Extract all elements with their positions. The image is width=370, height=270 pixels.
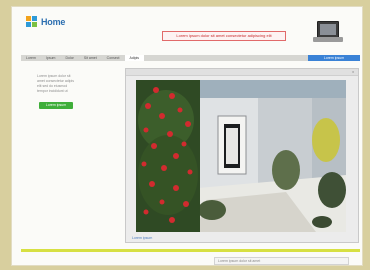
- site-logo[interactable]: Home: [26, 16, 65, 28]
- sidebar-line: tempor incididunt ut: [37, 89, 68, 93]
- footer-search-field[interactable]: Lorem ipsum dolor sit amet: [214, 257, 349, 265]
- page-container: Home Lorem ipsum dolor sit amet consecte…: [11, 6, 363, 266]
- laptop-icon: [313, 21, 343, 45]
- nav-tab-1[interactable]: Lorem: [21, 55, 41, 61]
- logo-mark-icon: [26, 16, 38, 28]
- image-viewer[interactable]: x Lorem ipsum: [125, 68, 359, 243]
- nav-tab-6[interactable]: Adipis: [124, 55, 145, 61]
- sidebar-action-button[interactable]: Lorem ipsum: [39, 102, 73, 109]
- nav-tab-3[interactable]: Dolor: [60, 55, 78, 61]
- promo-banner[interactable]: Lorem ipsum dolor sit amet consectetur a…: [162, 31, 286, 41]
- footer-divider: [21, 249, 360, 252]
- nav-tab-4[interactable]: Sit amet: [79, 55, 102, 61]
- viewer-status: Lorem ipsum: [132, 236, 153, 240]
- sidebar-description: Lorem ipsum dolor sit amet consectetur a…: [37, 74, 109, 94]
- logo-text: Home: [41, 17, 66, 27]
- viewer-close-icon[interactable]: x: [352, 70, 354, 74]
- house-entrance-photo: [136, 80, 346, 232]
- nav-tab-5[interactable]: Consect: [102, 55, 125, 61]
- viewer-toolbar: x: [126, 69, 358, 76]
- main-navbar: Lorem Ipsum Dolor Sit amet Consect Adipi…: [21, 55, 360, 61]
- nav-tab-2[interactable]: Ipsum: [41, 55, 61, 61]
- nav-cta-button[interactable]: Lorem ipsum: [308, 55, 360, 61]
